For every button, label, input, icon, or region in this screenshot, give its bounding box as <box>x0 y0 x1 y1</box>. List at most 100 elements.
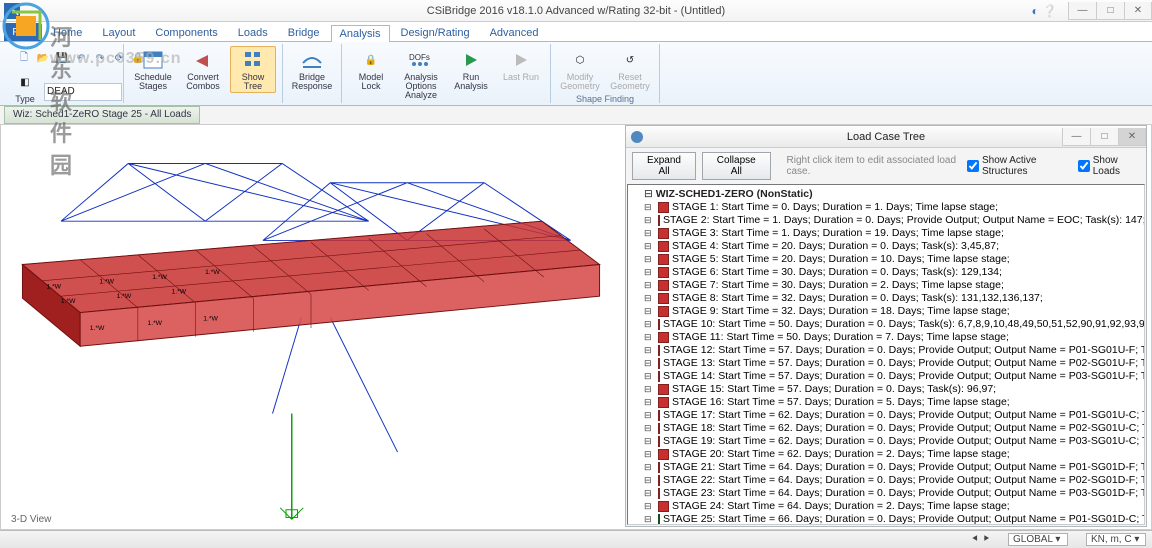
tree-icon <box>240 48 266 72</box>
bridge-icon <box>299 48 325 72</box>
tree-root[interactable]: ⊟ WIZ-SCHED1-ZERO (NonStatic) <box>630 187 1142 201</box>
maximize-button[interactable]: □ <box>1096 2 1124 20</box>
tree-row[interactable]: STAGE 15: Start Time = 57. Days; Duratio… <box>630 383 1142 396</box>
status-units[interactable]: KN, m, C ▾ <box>1086 533 1146 546</box>
reset-geometry-button: ↺Reset Geometry <box>607 46 653 93</box>
status-coord[interactable]: GLOBAL ▾ <box>1008 533 1068 546</box>
load-case-tree[interactable]: ⊟ WIZ-SCHED1-ZERO (NonStatic) STAGE 1: S… <box>627 184 1145 525</box>
ribbon: 🗋 📂 💾 ↶ ↷ ⟳ 🔒 ▶ ◧ Type ▾ DEAD Load Cases… <box>0 42 1152 106</box>
svg-text:1.*W: 1.*W <box>172 288 187 295</box>
tree-row[interactable]: STAGE 24: Start Time = 64. Days; Duratio… <box>630 500 1142 513</box>
tree-row[interactable]: STAGE 25: Start Time = 66. Days; Duratio… <box>630 513 1142 525</box>
help-icon[interactable]: ◐ ❔ <box>1031 4 1057 18</box>
window-title: CSiBridge 2016 v18.1.0 Advanced w/Rating… <box>427 5 725 17</box>
tab-advanced[interactable]: Advanced <box>481 24 548 41</box>
show-tree-button[interactable]: Show Tree <box>230 46 276 93</box>
undo-icon[interactable]: ↶ <box>73 50 89 66</box>
dofs-icon: DOFs <box>408 48 434 72</box>
tree-row[interactable]: STAGE 4: Start Time = 20. Days; Duration… <box>630 240 1142 253</box>
tree-row[interactable]: STAGE 6: Start Time = 30. Days; Duration… <box>630 266 1142 279</box>
tree-row[interactable]: STAGE 5: Start Time = 20. Days; Duration… <box>630 253 1142 266</box>
panel-maximize-button[interactable]: □ <box>1090 128 1118 146</box>
expand-all-button[interactable]: Expand All <box>632 152 696 180</box>
tree-row[interactable]: STAGE 10: Start Time = 50. Days; Duratio… <box>630 318 1142 331</box>
show-structures-check[interactable]: Show Active Structures <box>967 155 1072 177</box>
panel-icon <box>630 130 644 144</box>
workspace: Wiz: Sched1-ZeRO Stage 25 - All Loads <box>0 106 1152 530</box>
tree-row[interactable]: STAGE 14: Start Time = 57. Days; Duratio… <box>630 370 1142 383</box>
close-button[interactable]: ✕ <box>1124 2 1152 20</box>
svg-text:1.*W: 1.*W <box>152 274 167 281</box>
tab-analysis[interactable]: Analysis <box>331 25 390 42</box>
tab-layout[interactable]: Layout <box>93 24 144 41</box>
lastrun-icon <box>508 48 534 72</box>
loadcase-type-combo[interactable]: DEAD <box>44 83 122 101</box>
modify-geometry-button: ⬡Modify Geometry <box>557 46 603 93</box>
svg-text:1.*W: 1.*W <box>61 298 76 305</box>
last-run-button: Last Run <box>498 46 544 84</box>
titlebar: CSiBridge 2016 v18.1.0 Advanced w/Rating… <box>0 0 1152 22</box>
panel-close-button[interactable]: ✕ <box>1118 128 1146 146</box>
bridge-response-button[interactable]: Bridge Response <box>289 46 335 93</box>
run-analysis-button[interactable]: Run Analysis <box>448 46 494 93</box>
3d-viewport[interactable]: 1.*W1.*W1.*W1.*W 1.*W1.*W1.*W 1.*W1.*W1.… <box>1 125 621 529</box>
svg-text:1.*W: 1.*W <box>205 269 220 276</box>
run-icon <box>458 48 484 72</box>
show-loads-check[interactable]: Show Loads <box>1078 155 1140 177</box>
panel-hint: Right click item to edit associated load… <box>787 155 961 177</box>
tree-row[interactable]: STAGE 23: Start Time = 64. Days; Duratio… <box>630 487 1142 500</box>
collapse-all-button[interactable]: Collapse All <box>702 152 770 180</box>
svg-text:1.*W: 1.*W <box>117 293 132 300</box>
svg-text:DOFs: DOFs <box>409 53 430 62</box>
analysis-options-button[interactable]: DOFsAnalysis Options Analyze <box>398 46 444 102</box>
status-bar: ⯇ ⯈ GLOBAL ▾ KN, m, C ▾ <box>0 530 1152 548</box>
tree-row[interactable]: STAGE 17: Start Time = 62. Days; Duratio… <box>630 409 1142 422</box>
tree-row[interactable]: STAGE 18: Start Time = 62. Days; Duratio… <box>630 422 1142 435</box>
tab-loads[interactable]: Loads <box>229 24 277 41</box>
svg-text:1.*W: 1.*W <box>203 315 218 322</box>
tree-row[interactable]: STAGE 8: Start Time = 32. Days; Duration… <box>630 292 1142 305</box>
tab-components[interactable]: Components <box>146 24 226 41</box>
tree-row[interactable]: STAGE 21: Start Time = 64. Days; Duratio… <box>630 461 1142 474</box>
tree-row[interactable]: STAGE 11: Start Time = 50. Days; Duratio… <box>630 331 1142 344</box>
tree-row[interactable]: STAGE 13: Start Time = 57. Days; Duratio… <box>630 357 1142 370</box>
tree-row[interactable]: STAGE 3: Start Time = 1. Days; Duration … <box>630 227 1142 240</box>
new-icon[interactable]: 🗋 <box>16 50 32 66</box>
tree-row[interactable]: STAGE 2: Start Time = 1. Days; Duration … <box>630 214 1142 227</box>
load-case-tree-panel: Load Case Tree — □ ✕ Expand All Collapse… <box>625 125 1147 527</box>
schedule-icon <box>140 48 166 72</box>
convert-icon <box>190 48 216 72</box>
tab-bridge[interactable]: Bridge <box>279 24 329 41</box>
open-icon[interactable]: 📂 <box>35 50 51 66</box>
minimize-button[interactable]: — <box>1068 2 1096 20</box>
tree-row[interactable]: STAGE 12: Start Time = 57. Days; Duratio… <box>630 344 1142 357</box>
tree-row[interactable]: STAGE 19: Start Time = 62. Days; Duratio… <box>630 435 1142 448</box>
panel-title: Load Case Tree <box>847 131 925 143</box>
panel-minimize-button[interactable]: — <box>1062 128 1090 146</box>
svg-text:1.*W: 1.*W <box>90 325 105 332</box>
model-lock-button[interactable]: 🔒Model Lock <box>348 46 394 93</box>
lock-large-icon: 🔒 <box>358 48 384 72</box>
app-icon <box>4 3 20 19</box>
status-arrows[interactable]: ⯇ ⯈ <box>971 534 990 545</box>
svg-text:1.*W: 1.*W <box>46 284 61 291</box>
convert-combos-button[interactable]: Convert Combos <box>180 46 226 93</box>
tree-row[interactable]: STAGE 1: Start Time = 0. Days; Duration … <box>630 201 1142 214</box>
svg-text:1.*W: 1.*W <box>147 320 162 327</box>
ribbon-tabs: File ▾ Home Layout Components Loads Brid… <box>0 22 1152 42</box>
modgeom-icon: ⬡ <box>567 48 593 72</box>
tree-row[interactable]: STAGE 7: Start Time = 30. Days; Duration… <box>630 279 1142 292</box>
schedule-stages-button[interactable]: Schedule Stages <box>130 46 176 93</box>
tree-row[interactable]: STAGE 20: Start Time = 62. Days; Duratio… <box>630 448 1142 461</box>
file-tab[interactable]: File ▾ <box>4 23 42 41</box>
tab-home[interactable]: Home <box>44 24 91 41</box>
view-tab[interactable]: Wiz: Sched1-ZeRO Stage 25 - All Loads <box>4 106 200 124</box>
tree-row[interactable]: STAGE 22: Start Time = 64. Days; Duratio… <box>630 474 1142 487</box>
tree-row[interactable]: STAGE 9: Start Time = 32. Days; Duration… <box>630 305 1142 318</box>
svg-text:1.*W: 1.*W <box>99 279 114 286</box>
tree-row[interactable]: STAGE 16: Start Time = 57. Days; Duratio… <box>630 396 1142 409</box>
save-icon[interactable]: 💾 <box>54 50 70 66</box>
redo-icon[interactable]: ↷ <box>92 50 108 66</box>
tab-design[interactable]: Design/Rating <box>392 24 479 41</box>
view-label: 3-D View <box>11 514 51 525</box>
